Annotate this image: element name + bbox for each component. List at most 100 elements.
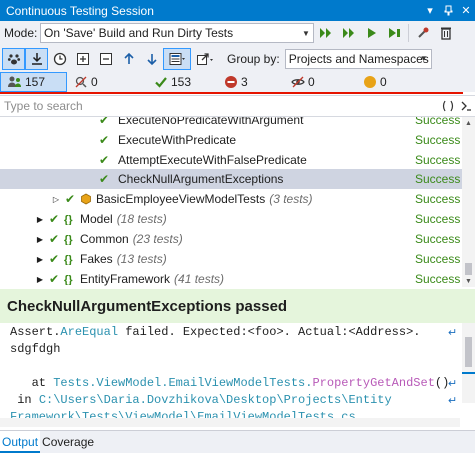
output-method[interactable]: PropertyGetAndSet <box>312 376 434 390</box>
mode-label: Mode: <box>4 26 38 40</box>
svg-text:{}: {} <box>64 254 73 265</box>
delete-icon[interactable] <box>434 22 457 44</box>
result-title: CheckNullArgumentExceptions passed <box>0 289 475 323</box>
window-title: Continuous Testing Session <box>6 3 154 18</box>
output-line: in C:\Users\Daria.Dovzhikova\Desktop\Pro… <box>10 393 392 407</box>
tests-icon <box>5 75 25 89</box>
run-icon[interactable] <box>360 22 383 44</box>
output-path-link[interactable]: C:\Users\Daria.Dovzhikova\Desktop\Projec… <box>39 393 392 407</box>
scrollbar-thumb[interactable] <box>465 337 472 367</box>
counter-all-value: 157 <box>25 75 46 89</box>
counter-ignored-value: 0 <box>91 75 98 89</box>
stop-icon[interactable] <box>411 22 434 44</box>
output-scrollbar[interactable] <box>462 323 475 403</box>
output-link[interactable]: AreEqual <box>60 325 118 339</box>
output-link[interactable]: Tests.ViewModel.EmailViewModelTests. <box>53 376 312 390</box>
title-bar: Continuous Testing Session ▾ ✕ <box>0 0 475 21</box>
tab-coverage[interactable]: Coverage <box>40 431 96 453</box>
run-dirty-icon[interactable] <box>337 22 360 44</box>
failed-icon <box>221 75 241 89</box>
test-name: Common <box>80 232 129 246</box>
tree-row[interactable]: ▶ ✔ {} Fakes (13 tests) Success <box>0 249 462 269</box>
expand-arrow-icon[interactable]: ▷ <box>50 195 62 204</box>
tree-scrollbar[interactable]: ▲ ▼ <box>462 117 475 287</box>
passed-check-icon: ✔ <box>98 117 110 127</box>
test-name: CheckNullArgumentExceptions <box>118 172 284 186</box>
counter-passed[interactable]: 153 <box>147 72 217 92</box>
search-options-icon[interactable] <box>457 95 475 117</box>
scrollbar-thumb[interactable] <box>465 263 472 275</box>
test-status: Success <box>415 133 461 147</box>
tree-row[interactable]: ▶ ✔ {} EntityFramework (41 tests) Succes… <box>0 269 462 287</box>
test-count: (18 tests) <box>116 212 167 226</box>
output-text: Assert. <box>10 325 61 339</box>
pin-icon[interactable] <box>439 0 457 21</box>
output-text: failed. Expected:<foo>. Actual:<Address>… <box>118 325 421 339</box>
counter-hidden-value: 0 <box>308 75 315 89</box>
expand-arrow-icon[interactable]: ▶ <box>34 255 46 264</box>
tree-row[interactable]: ✔ AttemptExecuteWithFalsePredicate Succe… <box>0 150 462 170</box>
test-name: Model <box>80 212 113 226</box>
tree-row[interactable]: ▷ ✔ BasicEmployeeViewModelTests (3 tests… <box>0 189 462 209</box>
next-arrow-icon[interactable] <box>140 48 163 70</box>
regex-icon[interactable] <box>439 95 457 117</box>
scroll-up-icon[interactable]: ▲ <box>462 117 475 129</box>
paw-icon[interactable] <box>2 47 25 70</box>
export-icon[interactable] <box>191 48 219 70</box>
inconclusive-icon <box>360 75 380 89</box>
tree-row[interactable]: ▶ ✔ {} Model (18 tests) Success <box>0 209 462 229</box>
tree-row[interactable]: ✔ ExecuteWithPredicate Success <box>0 130 462 150</box>
counter-hidden[interactable]: 0 <box>284 72 356 92</box>
passed-check-icon: ✔ <box>98 133 110 147</box>
tree-row[interactable]: ✔ ExecuteNoPredicateWithArgument Success <box>0 117 462 130</box>
fail-indicator-bar <box>0 92 463 94</box>
toolbar-separator <box>408 24 409 42</box>
svg-text:{}: {} <box>64 214 73 225</box>
close-icon[interactable]: ✕ <box>457 0 475 21</box>
clock-icon[interactable] <box>48 48 71 70</box>
debug-icon[interactable] <box>383 22 406 44</box>
passed-check-icon: ✔ <box>98 153 110 167</box>
output-line: at Tests.ViewModel.EmailViewModelTests.P… <box>10 376 450 390</box>
collapse-all-icon[interactable] <box>94 48 117 70</box>
passed-check-icon: ✔ <box>48 252 60 266</box>
group-by-select-value: Projects and Namespaces <box>288 51 429 66</box>
counter-failed[interactable]: 3 <box>217 72 284 92</box>
scroll-down-icon[interactable]: ▼ <box>462 275 475 287</box>
mode-select[interactable]: On 'Save' Build and Run Dirty Tests ▼ <box>40 23 314 43</box>
expand-arrow-icon[interactable]: ▶ <box>34 235 46 244</box>
expand-arrow-icon[interactable]: ▶ <box>34 275 46 284</box>
namespace-icon: {} <box>62 273 78 285</box>
output-horizontal-scrollbar[interactable] <box>0 418 460 427</box>
output-text: in <box>10 393 39 407</box>
group-by-select[interactable]: Projects and Namespaces ▼ <box>284 48 432 69</box>
expand-arrow-icon[interactable]: ▶ <box>34 215 46 224</box>
tree-row-selected[interactable]: ✔ CheckNullArgumentExceptions Success <box>0 169 462 189</box>
passed-check-icon: ✔ <box>98 172 110 186</box>
passed-check-icon: ✔ <box>64 192 76 206</box>
counter-inconclusive-value: 0 <box>380 75 387 89</box>
output-text: at <box>10 376 54 390</box>
passed-icon <box>151 75 171 89</box>
tab-output[interactable]: Output <box>0 431 41 453</box>
previous-arrow-icon[interactable] <box>117 48 140 70</box>
search-input[interactable] <box>0 96 439 116</box>
counter-inconclusive[interactable]: 0 <box>356 72 426 92</box>
group-by-label: Group by: <box>227 51 280 66</box>
test-status: Success <box>415 252 461 266</box>
counter-ignored[interactable]: 0 <box>67 72 147 92</box>
expand-all-icon[interactable] <box>71 48 94 70</box>
scroll-marker <box>462 372 475 374</box>
layout-icon[interactable] <box>163 47 191 70</box>
test-name: ExecuteWithPredicate <box>118 133 237 147</box>
svg-text:{}: {} <box>64 234 73 245</box>
tree-row[interactable]: ▶ ✔ {} Common (23 tests) Success <box>0 229 462 249</box>
run-all-icon[interactable] <box>314 22 337 44</box>
counter-all[interactable]: 157 <box>0 72 67 92</box>
wrap-icon: ↵ <box>448 395 458 407</box>
test-status: Success <box>415 172 461 186</box>
window-menu-icon[interactable]: ▾ <box>421 0 439 21</box>
class-icon <box>78 193 94 205</box>
download-icon[interactable] <box>25 47 48 70</box>
test-name: Fakes <box>80 252 113 266</box>
